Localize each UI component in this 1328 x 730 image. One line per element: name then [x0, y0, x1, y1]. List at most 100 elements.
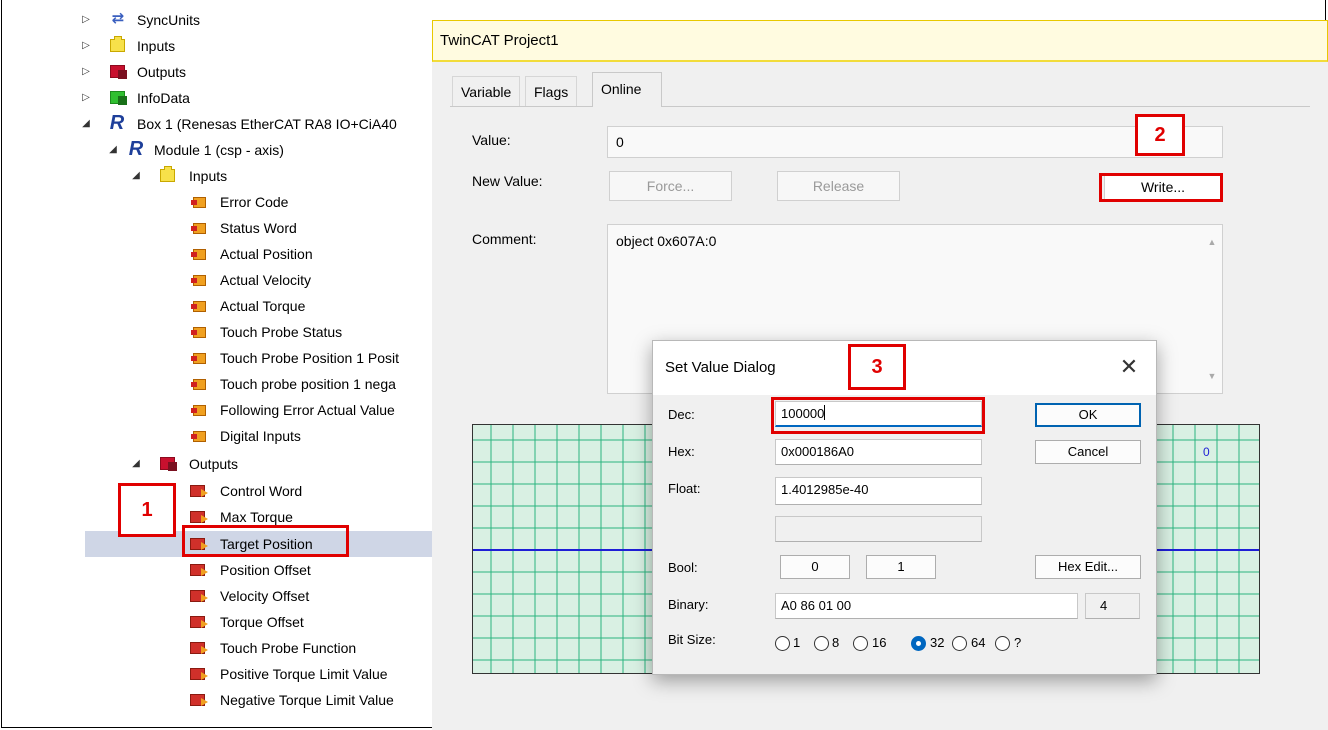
tree-item-module-inputs[interactable]: ◢ Inputs	[130, 163, 432, 189]
input-variable-icon	[191, 249, 206, 260]
bool-0-button[interactable]: 0	[780, 555, 850, 579]
binary-input[interactable]: A0 86 01 00	[775, 593, 1078, 619]
float-label: Float:	[668, 481, 701, 496]
collapse-arrow-icon[interactable]: ◢	[80, 111, 92, 137]
binary-length-field: 4	[1085, 593, 1140, 619]
tree-item-box1[interactable]: ◢ R Box 1 (Renesas EtherCAT RA8 IO+CiA40	[80, 111, 432, 137]
release-button[interactable]: Release	[777, 171, 900, 201]
radio-bitsize-64[interactable]	[952, 636, 967, 651]
annotation-badge-1: 1	[118, 483, 176, 537]
new-value-label: New Value:	[472, 173, 543, 189]
tree-var-negative-torque-limit[interactable]: Negative Torque Limit Value	[190, 687, 432, 713]
output-variable-icon	[190, 668, 208, 680]
comment-label: Comment:	[472, 231, 537, 247]
output-variable-icon	[190, 642, 208, 654]
close-icon[interactable]: ✕	[1114, 353, 1144, 383]
cancel-button[interactable]: Cancel	[1035, 440, 1141, 464]
comment-scrollbar[interactable]: ▲ ▼	[1202, 225, 1222, 393]
value-label: Value:	[472, 132, 511, 148]
set-value-dialog: Set Value Dialog ✕ Dec: 100000 OK Hex: 0…	[652, 340, 1157, 675]
input-variable-icon	[191, 327, 206, 338]
annotation-badge-2: 2	[1135, 114, 1185, 156]
output-variable-icon	[190, 694, 208, 706]
input-variable-icon	[191, 353, 206, 364]
folder-inputs-icon	[110, 36, 125, 52]
bit-size-radio-group: 1 8 16 32 64 ?	[775, 635, 1145, 654]
window-title: TwinCAT Project1	[432, 20, 1328, 62]
tree-var-touch-probe-pos1-neg[interactable]: Touch probe position 1 nega	[190, 371, 432, 397]
radio-bitsize-1[interactable]	[775, 636, 790, 651]
tree-item-infodata[interactable]: ▷ InfoData	[80, 85, 432, 111]
tree-var-velocity-offset[interactable]: Velocity Offset	[190, 583, 432, 609]
scroll-up-icon[interactable]: ▲	[1202, 231, 1222, 253]
tree-var-positive-torque-limit[interactable]: Positive Torque Limit Value	[190, 661, 432, 687]
tab-flags[interactable]: Flags	[525, 76, 578, 106]
sync-units-icon: ⇄	[111, 10, 125, 27]
output-variable-icon	[190, 590, 208, 602]
output-variable-icon	[190, 511, 208, 523]
renesas-logo-icon: R	[128, 138, 144, 160]
collapse-arrow-icon[interactable]: ◢	[130, 451, 142, 477]
input-variable-icon	[191, 405, 206, 416]
tree-var-torque-offset[interactable]: Torque Offset	[190, 609, 432, 635]
bool-label: Bool:	[668, 560, 698, 575]
bit-size-label: Bit Size:	[668, 632, 716, 647]
tree-var-position-offset[interactable]: Position Offset	[190, 557, 432, 583]
expand-arrow-icon[interactable]: ▷	[80, 33, 92, 59]
hex-edit-button[interactable]: Hex Edit...	[1035, 555, 1141, 579]
hex-input[interactable]: 0x000186A0	[775, 439, 982, 465]
folder-outputs-icon	[110, 65, 127, 79]
force-button[interactable]: Force...	[609, 171, 732, 201]
annotation-write-highlight	[1099, 173, 1223, 202]
tree-item-outputs[interactable]: ▷ Outputs	[80, 59, 432, 85]
output-variable-icon	[190, 616, 208, 628]
renesas-logo-icon: R	[109, 112, 125, 134]
tree-var-following-error[interactable]: Following Error Actual Value	[190, 397, 432, 423]
tree-var-touch-probe-status[interactable]: Touch Probe Status	[190, 319, 432, 345]
folder-outputs-icon	[160, 457, 177, 471]
tree-item-syncunits[interactable]: ▷ ⇄ SyncUnits	[80, 7, 432, 33]
ok-button[interactable]: OK	[1035, 403, 1141, 427]
tab-variable[interactable]: Variable	[452, 76, 521, 106]
tree-item-inputs[interactable]: ▷ Inputs	[80, 33, 432, 59]
output-variable-icon	[190, 485, 208, 497]
radio-bitsize-32[interactable]	[911, 636, 926, 651]
collapse-arrow-icon[interactable]: ◢	[130, 163, 142, 189]
tree-var-control-word[interactable]: Control Word	[190, 478, 432, 504]
collapse-arrow-icon[interactable]: ◢	[107, 137, 119, 163]
tree-var-touch-probe-pos1-pos[interactable]: Touch Probe Position 1 Posit	[190, 345, 432, 371]
tree-var-actual-velocity[interactable]: Actual Velocity	[190, 267, 432, 293]
tree-var-error-code[interactable]: Error Code	[190, 189, 432, 215]
expand-arrow-icon[interactable]: ▷	[80, 7, 92, 33]
expand-arrow-icon[interactable]: ▷	[80, 59, 92, 85]
tree-var-digital-inputs[interactable]: Digital Inputs	[190, 423, 432, 449]
tab-online[interactable]: Online	[592, 72, 662, 107]
radio-bitsize-unknown[interactable]	[995, 636, 1010, 651]
expand-arrow-icon[interactable]: ▷	[80, 85, 92, 111]
value-field: 0	[607, 126, 1223, 158]
bool-1-button[interactable]: 1	[866, 555, 936, 579]
hex-label: Hex:	[668, 444, 695, 459]
tree-var-touch-probe-function[interactable]: Touch Probe Function	[190, 635, 432, 661]
float-input[interactable]: 1.4012985e-40	[775, 477, 982, 505]
output-variable-icon	[190, 564, 208, 576]
tree-var-status-word[interactable]: Status Word	[190, 215, 432, 241]
input-variable-icon	[191, 301, 206, 312]
input-variable-icon	[191, 275, 206, 286]
radio-bitsize-8[interactable]	[814, 636, 829, 651]
radio-bitsize-16[interactable]	[853, 636, 868, 651]
comment-text: object 0x607A:0	[616, 233, 717, 249]
tree-var-actual-position[interactable]: Actual Position	[190, 241, 432, 267]
input-variable-icon	[191, 379, 206, 390]
annotation-dec-highlight	[771, 397, 985, 434]
binary-label: Binary:	[668, 597, 709, 612]
annotation-target-position-highlight	[182, 525, 349, 557]
scroll-down-icon[interactable]: ▼	[1202, 365, 1222, 387]
tree-item-module-outputs[interactable]: ◢ Outputs	[130, 451, 432, 477]
tree-item-module1[interactable]: ◢ R Module 1 (csp - axis)	[107, 137, 432, 163]
tree-var-actual-torque[interactable]: Actual Torque	[190, 293, 432, 319]
solution-tree: ▷ ⇄ SyncUnits ▷ Inputs ▷ Outputs ▷ InfoD…	[0, 0, 432, 730]
infodata-icon	[110, 91, 127, 105]
input-variable-icon	[191, 197, 206, 208]
input-variable-icon	[191, 431, 206, 442]
